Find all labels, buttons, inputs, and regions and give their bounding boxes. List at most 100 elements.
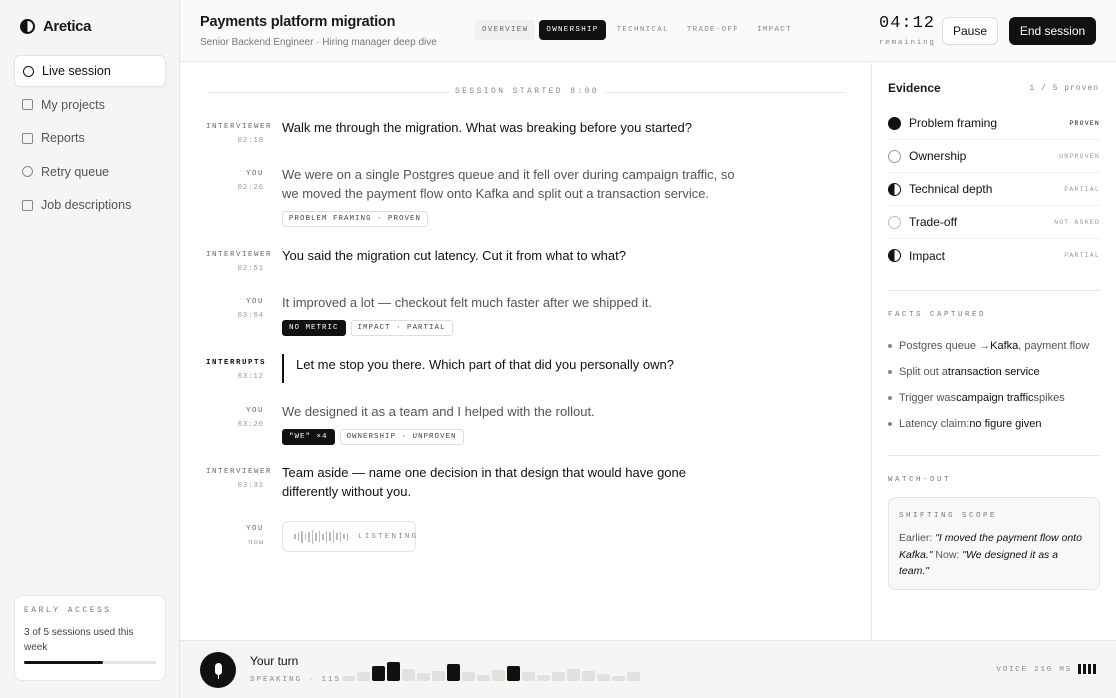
tab-impact[interactable]: IMPACT xyxy=(750,20,799,40)
tab-ownership[interactable]: OWNERSHIP xyxy=(539,20,606,40)
competency-tabs: OVERVIEW OWNERSHIP TECHNICAL TRADE-OFF I… xyxy=(475,20,799,40)
evidence-item-trade-off[interactable]: Trade-off NOT ASKED xyxy=(888,206,1100,239)
early-access-label: EARLY ACCESS xyxy=(24,606,112,615)
message-text: We were on a single Postgres queue and i… xyxy=(282,167,735,201)
evidence-label: Trade-off xyxy=(909,215,958,229)
evidence-item-impact[interactable]: Impact PARTIAL xyxy=(888,239,1100,272)
voice-level-bar xyxy=(612,676,625,681)
panel-divider xyxy=(888,455,1100,456)
listening-wave-icon xyxy=(294,529,348,544)
voice-level-bar xyxy=(387,662,400,681)
end-session-button[interactable]: End session xyxy=(1009,17,1096,45)
evidence-status: UNPROVEN xyxy=(1059,152,1100,160)
square-icon xyxy=(22,132,33,144)
message-time: 03:04 xyxy=(237,312,264,320)
square-icon xyxy=(22,99,33,111)
evidence-chip[interactable]: PROBLEM FRAMING · PROVEN xyxy=(282,211,429,227)
circle-icon xyxy=(22,166,33,178)
evidence-item-problem-framing[interactable]: Problem framing PROVEN xyxy=(888,107,1100,140)
tab-overview[interactable]: OVERVIEW xyxy=(475,20,536,40)
sidebar-nav: Live session My projects Reports Retry q… xyxy=(14,55,166,223)
early-access-card: EARLY ACCESS 3 of 5 sessions used this w… xyxy=(14,595,166,681)
brand-name: Aretica xyxy=(43,18,92,35)
voice-level-bar xyxy=(477,675,490,681)
proven-dot-icon xyxy=(888,116,901,130)
tab-trade-off[interactable]: TRADE-OFF xyxy=(680,20,746,40)
voice-level-bar xyxy=(432,671,445,681)
watch-out-text: Earlier: "I moved the payment flow onto … xyxy=(899,532,1082,577)
pause-button[interactable]: Pause xyxy=(942,17,998,45)
message-text: We designed it as a team and I helped wi… xyxy=(282,404,595,419)
facts-captured-label: FACTS CAPTURED xyxy=(888,311,987,319)
evidence-label: Impact xyxy=(909,248,946,263)
voice-level-bar xyxy=(507,666,520,681)
sidebar-item-my-projects[interactable]: My projects xyxy=(14,89,166,121)
voice-level-bar xyxy=(447,664,460,681)
facts-list: Postgres queue → Kafka, payment flow Spl… xyxy=(888,333,1103,437)
turn-label: Your turn xyxy=(250,654,299,668)
session-timer: 04:12 xyxy=(879,14,936,33)
sidebar-item-label: Reports xyxy=(41,131,85,146)
partial-dot-icon xyxy=(888,182,901,196)
tab-technical[interactable]: TECHNICAL xyxy=(610,20,676,40)
message-time: 03:31 xyxy=(237,482,264,490)
session-started-divider: SESSION STARTED 8:00 xyxy=(208,87,846,96)
microphone-button[interactable] xyxy=(200,652,236,688)
voice-level-bar xyxy=(552,672,565,681)
message-chips: "WE" ×4 OWNERSHIP · UNPROVEN xyxy=(282,429,464,445)
message-text: Team aside — name one decision in that d… xyxy=(282,465,686,499)
evidence-label: Problem framing xyxy=(909,116,998,130)
voice-level-bar xyxy=(462,672,475,681)
evidence-status: NOT ASKED xyxy=(1054,218,1100,226)
watch-out-label: WATCH-OUT xyxy=(888,476,952,484)
speaker-label: INTERVIEWER xyxy=(206,251,273,259)
fact-item: Postgres queue → Kafka, payment flow xyxy=(888,333,1103,359)
speaker-label: INTERVIEWER xyxy=(206,468,273,476)
message-text: Walk me through the migration. What was … xyxy=(282,120,692,135)
evidence-label: Technical depth xyxy=(909,182,993,196)
evidence-item-ownership[interactable]: Ownership UNPROVEN xyxy=(888,140,1100,173)
not-asked-dot-icon xyxy=(888,215,901,229)
brand[interactable]: Aretica xyxy=(20,18,91,35)
voice-level-bar xyxy=(372,666,385,681)
voice-level-bar xyxy=(567,669,580,681)
message-time: 03:20 xyxy=(237,421,264,429)
speaker-label: YOU xyxy=(245,298,264,306)
sidebar-item-reports[interactable]: Reports xyxy=(14,122,166,154)
message-chips: NO METRIC IMPACT · PARTIAL xyxy=(282,320,453,336)
message-text: Let me stop you there. Which part of tha… xyxy=(282,354,752,383)
sidebar-item-live-session[interactable]: Live session xyxy=(14,55,166,87)
voice-level-meter xyxy=(342,661,640,681)
message-time: 02:18 xyxy=(237,137,264,145)
voice-level-bar xyxy=(522,672,535,681)
sidebar-item-label: Live session xyxy=(42,64,111,78)
timer-label: remaining xyxy=(879,39,936,47)
sidebar-item-job-descriptions[interactable]: Job descriptions xyxy=(14,189,166,221)
voice-level-bar xyxy=(537,675,550,681)
sidebar-item-label: Retry queue xyxy=(41,164,110,179)
fact-item: Latency claim: no figure given xyxy=(888,411,1103,437)
transcript: SESSION STARTED 8:00 INTERVIEWER 02:18 W… xyxy=(180,63,870,640)
message-time: 02:26 xyxy=(237,184,264,192)
voice-latency: VOICE 210 MS xyxy=(996,666,1072,674)
evidence-item-technical-depth[interactable]: Technical depth PARTIAL xyxy=(888,173,1100,206)
evidence-list: Problem framing PROVEN Ownership UNPROVE… xyxy=(888,107,1100,272)
sessions-progress-bar xyxy=(24,661,156,664)
signal-strength-icon xyxy=(1078,664,1096,674)
watch-out-card: SHIFTING SCOPE Earlier: "I moved the pay… xyxy=(888,497,1100,590)
aretica-logo-icon xyxy=(20,19,35,34)
listening-label: LISTENING xyxy=(358,532,419,541)
we-count-chip[interactable]: "WE" ×4 xyxy=(282,429,335,445)
evidence-chip[interactable]: IMPACT · PARTIAL xyxy=(350,320,453,336)
sessions-progress-fill xyxy=(24,661,104,664)
sidebar-item-retry-queue[interactable]: Retry queue xyxy=(14,156,166,188)
evidence-chip[interactable]: OWNERSHIP · UNPROVEN xyxy=(339,429,464,445)
sessions-used-text: 3 of 5 sessions used this week xyxy=(24,627,134,653)
speaker-label: INTERRUPTS xyxy=(206,359,267,367)
message-text: You said the migration cut latency. Cut … xyxy=(282,248,626,263)
message-chips: PROBLEM FRAMING · PROVEN xyxy=(282,211,429,227)
shifting-scope-label: SHIFTING SCOPE xyxy=(899,512,998,520)
speaker-label: YOU xyxy=(245,525,264,533)
no-metric-chip[interactable]: NO METRIC xyxy=(282,320,346,336)
speaker-label: INTERVIEWER xyxy=(206,123,273,131)
